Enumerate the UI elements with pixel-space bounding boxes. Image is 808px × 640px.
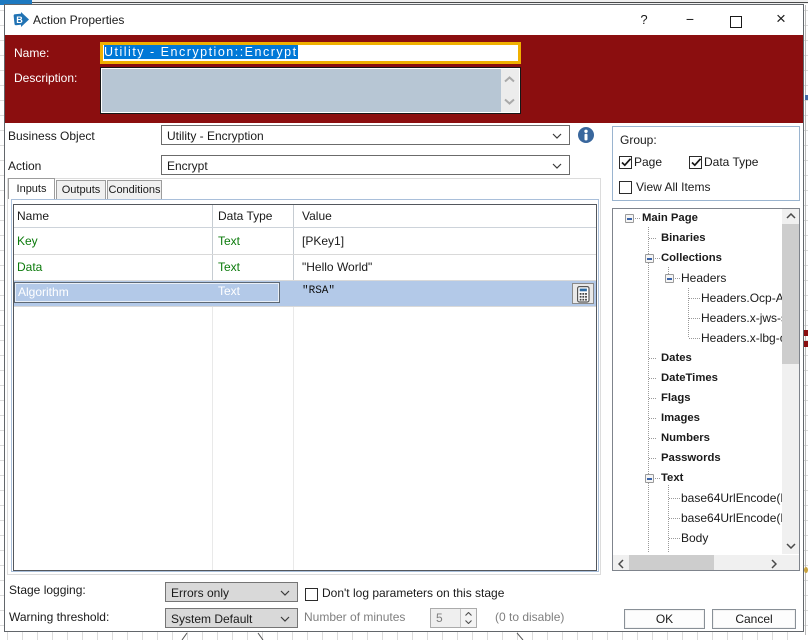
svg-text:B: B xyxy=(16,15,23,25)
